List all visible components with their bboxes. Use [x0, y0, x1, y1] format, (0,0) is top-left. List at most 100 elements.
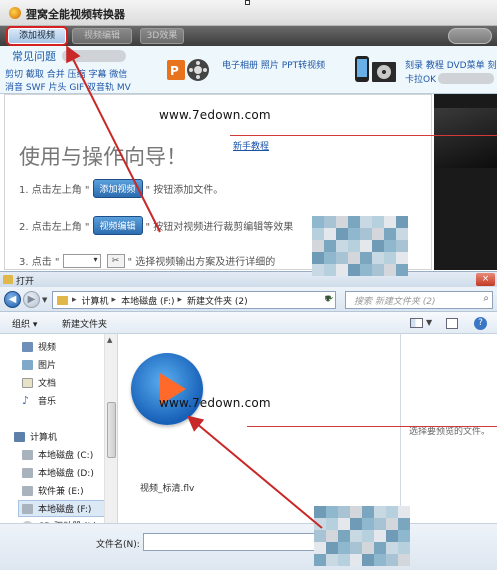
mosaic-cell	[396, 216, 408, 228]
refresh-icon[interactable]: ⟳	[322, 293, 336, 307]
mosaic-cell	[338, 518, 350, 530]
mosaic-cell	[336, 252, 348, 264]
view-dropdown-icon[interactable]: ▼	[426, 318, 432, 327]
mosaic-cell	[386, 554, 398, 566]
mosaic-cell	[396, 264, 408, 276]
mosaic-cell	[374, 530, 386, 542]
search-input[interactable]: 搜索 新建文件夹 (2) ⌕	[345, 291, 493, 309]
nav-item-label: 音乐	[38, 397, 57, 407]
scroll-up-icon[interactable]: ▲	[107, 336, 112, 344]
forward-button[interactable]: ▶	[23, 291, 40, 308]
view-mode-icon[interactable]	[410, 318, 423, 328]
mosaic-cell	[398, 530, 410, 542]
mosaic-cell	[324, 216, 336, 228]
preview-pane-icon[interactable]	[446, 318, 458, 329]
breadcrumb-folder[interactable]: 新建文件夹 (2)	[187, 294, 248, 307]
chevron-right-icon[interactable]: ▸	[177, 295, 182, 305]
computer-icon	[14, 431, 25, 442]
new-folder-button[interactable]: 新建文件夹	[62, 317, 107, 330]
inline-video-edit-button[interactable]: 视频编辑	[92, 216, 143, 235]
nav-scrollbar[interactable]: ▲	[104, 334, 117, 534]
inline-add-video-button[interactable]: 添加视频	[92, 179, 143, 198]
mosaic-cell	[372, 228, 384, 240]
nav-item-drive-d[interactable]: 本地磁盘 (D:)	[22, 466, 94, 479]
step-text: 1. 点击左上角 "	[19, 185, 90, 196]
add-video-button[interactable]: 添加视频	[6, 26, 68, 46]
mosaic-cell	[314, 542, 326, 554]
mosaic-cell	[314, 530, 326, 542]
settings-tool-icon[interactable]: ✂	[106, 253, 125, 268]
nav-item-drive-e[interactable]: 软件兼 (E:)	[22, 484, 84, 497]
search-icon[interactable]: ⌕	[483, 293, 489, 304]
blurred-text	[62, 50, 126, 62]
file-name-label[interactable]: 视频_标清.flv	[140, 481, 195, 494]
video-edit-button[interactable]: 视频编辑	[72, 28, 132, 44]
video-preview-area	[434, 94, 497, 270]
mosaic-cell	[386, 518, 398, 530]
promo-bar: 常见问题 剪切 截取 合并 压缩 字幕 微信 消音 SWF 片头 GIF 双音轨…	[0, 46, 497, 94]
address-bar[interactable]: ▸ 计算机 ▸ 本地磁盘 (F:) ▸ 新建文件夹 (2) ▼	[52, 291, 336, 309]
mosaic-cell	[398, 518, 410, 530]
mosaic-cell	[348, 216, 360, 228]
mosaic-cell	[324, 264, 336, 276]
toolbar-right-button[interactable]	[448, 28, 492, 44]
mosaic-cell	[350, 506, 362, 518]
mosaic-cell	[324, 228, 336, 240]
scrollbar-thumb[interactable]	[107, 402, 116, 458]
mosaic-cell	[374, 518, 386, 530]
mosaic-cell	[398, 506, 410, 518]
dialog-title-bar: 打开 ×	[0, 272, 497, 287]
close-button[interactable]: ×	[476, 273, 495, 286]
video-file-play-icon[interactable]	[131, 353, 203, 425]
mosaic-cell	[312, 252, 324, 264]
mosaic-cell	[350, 542, 362, 554]
mosaic-cell	[338, 506, 350, 518]
organize-menu[interactable]: 组织 ▾	[12, 317, 37, 330]
mosaic-cell	[348, 264, 360, 276]
mosaic-cell	[336, 240, 348, 252]
drive-icon	[22, 467, 33, 478]
mosaic-cell	[386, 542, 398, 554]
breadcrumb-drive[interactable]: 本地磁盘 (F:)	[121, 294, 174, 307]
beginner-tutorial-link[interactable]: 新手教程	[233, 139, 269, 152]
feature-links-row-1[interactable]: 剪切 截取 合并 压缩 字幕 微信	[5, 67, 127, 80]
nav-item-videos[interactable]: 视频	[22, 340, 56, 353]
mosaic-cell	[348, 228, 360, 240]
mosaic-cell	[384, 216, 396, 228]
nav-item-documents[interactable]: 文档	[22, 376, 56, 389]
help-icon[interactable]: ?	[474, 317, 487, 330]
nav-item-pictures[interactable]: 图片	[22, 358, 56, 371]
output-format-select[interactable]	[62, 253, 101, 268]
filename-input[interactable]	[143, 533, 321, 551]
blurred-text	[438, 73, 494, 84]
mosaic-cell	[348, 240, 360, 252]
nav-item-music[interactable]: ♪ 音乐	[22, 394, 57, 408]
file-list-pane: 视频_标清.flv	[118, 334, 400, 534]
nav-item-computer[interactable]: 计算机	[14, 430, 57, 443]
breadcrumb-computer[interactable]: 计算机	[82, 294, 109, 307]
mosaic-cell	[336, 228, 348, 240]
burn-links-row-1[interactable]: 刻录 教程 DVD菜单 刻	[405, 58, 496, 71]
burn-links-row-2[interactable]: 卡拉OK	[405, 72, 436, 85]
chevron-right-icon[interactable]: ▸	[72, 295, 77, 305]
dialog-title: 打开	[16, 277, 35, 287]
step-text: 2. 点击左上角 "	[19, 222, 90, 233]
guide-step-1: 1. 点击左上角 " 添加视频 " 按钮添加文件。	[19, 179, 223, 198]
nav-item-label: 本地磁盘 (F:)	[38, 505, 92, 515]
nav-item-drive-f[interactable]: 本地磁盘 (F:)	[18, 500, 115, 517]
mosaic-cell	[348, 252, 360, 264]
photo-album-link[interactable]: 电子相册 照片 PPT转视频	[222, 58, 325, 71]
3d-effects-button[interactable]: 3D效果	[140, 28, 184, 44]
mosaic-cell	[374, 542, 386, 554]
faq-link[interactable]: 常见问题	[12, 48, 56, 64]
mosaic-cell	[372, 216, 384, 228]
mosaic-cell	[362, 542, 374, 554]
folder-icon	[3, 275, 13, 284]
history-dropdown-icon[interactable]: ▼	[42, 296, 47, 304]
mosaic-cell	[372, 240, 384, 252]
feature-links-row-2[interactable]: 消音 SWF 片头 GIF 双音轨 MV	[5, 80, 131, 93]
nav-item-drive-c[interactable]: 本地磁盘 (C:)	[22, 448, 93, 461]
app-logo-icon	[9, 7, 21, 19]
back-button[interactable]: ◀	[4, 291, 21, 308]
chevron-right-icon[interactable]: ▸	[112, 295, 117, 305]
